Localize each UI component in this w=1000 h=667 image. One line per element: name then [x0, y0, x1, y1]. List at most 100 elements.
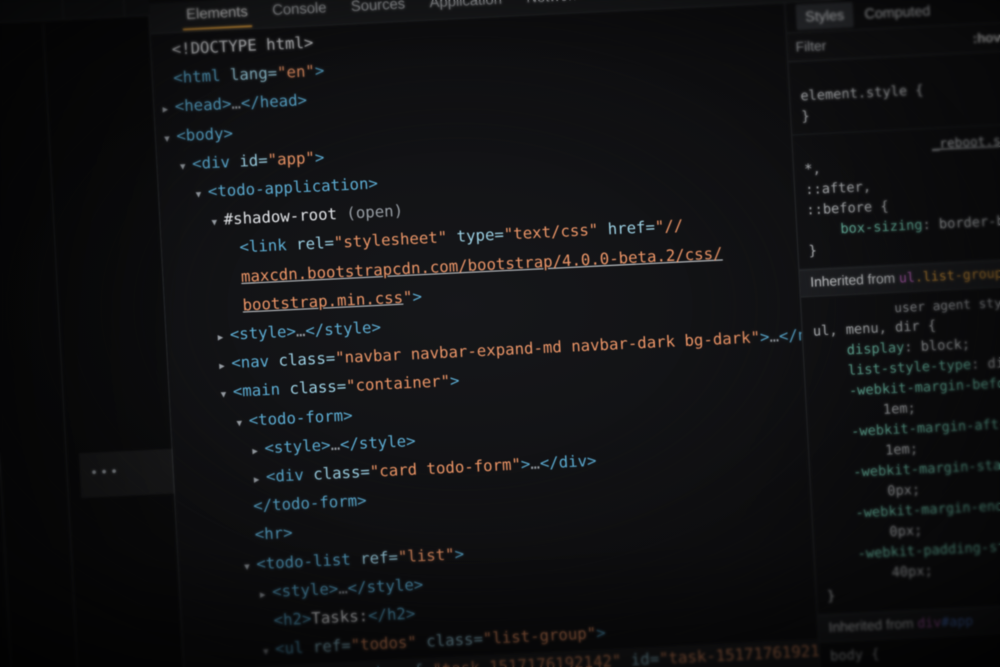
- dom-token: "text/css": [503, 221, 599, 244]
- dom-token: "list-group": [482, 624, 597, 649]
- devtools-panel: Elements Console Sources Application Net…: [147, 0, 1000, 667]
- page-divider-2: [42, 23, 82, 667]
- inherited-tag: div: [916, 615, 942, 632]
- dom-token: ref=: [312, 636, 352, 657]
- declaration-property[interactable]: -webkit-margin-start: [853, 457, 1000, 480]
- inherited-tag: ul: [898, 270, 916, 287]
- dom-token: <head>: [174, 94, 232, 117]
- dom-token: id=: [620, 650, 660, 667]
- rule-close-brace: }: [801, 109, 811, 125]
- dom-token: <nav: [230, 351, 280, 373]
- inherited-id: #app: [940, 613, 974, 631]
- dom-token: <todo-list: [255, 549, 361, 573]
- dom-token: id=: [238, 150, 269, 171]
- dom-token: lang=: [229, 63, 278, 85]
- dom-token: </div>: [539, 451, 597, 473]
- dom-token: <style>: [229, 322, 297, 344]
- dom-token: "list": [397, 544, 456, 566]
- declaration-value[interactable]: 1em;: [883, 401, 917, 418]
- monitor-photo: ••• Elements Console Sources Application…: [0, 0, 1000, 667]
- tab-elements[interactable]: Elements: [173, 0, 261, 31]
- rule-user-agent-ul[interactable]: user agent stylesheet ul, menu, dir { dis…: [800, 284, 1000, 616]
- declaration-property[interactable]: -webkit-margin-after: [851, 417, 1000, 440]
- dom-token: "todos": [350, 633, 418, 655]
- declaration-value[interactable]: 1em;: [885, 442, 919, 459]
- page-toolbar: [0, 0, 150, 27]
- dom-token: <html: [172, 66, 231, 88]
- declaration-property[interactable]: display: [846, 340, 904, 358]
- page-divider-1: [0, 26, 16, 667]
- rule-selector: ul, menu, dir {: [812, 318, 937, 340]
- dom-token: ref=: [359, 547, 399, 568]
- declaration-property[interactable]: list-style-type: [848, 358, 972, 379]
- dom-tree[interactable]: <!DOCTYPE html><html lang="en"><head>…</…: [150, 3, 821, 667]
- dom-token: Tasks:: [310, 606, 369, 628]
- dom-token: href=: [597, 218, 656, 240]
- dom-token: >: [314, 61, 325, 81]
- dom-token: class=: [278, 349, 336, 371]
- declaration-property[interactable]: box-sizing: [840, 218, 923, 237]
- dom-token: <main: [232, 380, 291, 402]
- rule-origin-link[interactable]: _reboot.scss:18: [931, 128, 1000, 154]
- inherited-prefix: Inherited from: [809, 270, 900, 290]
- tab-styles[interactable]: Styles: [795, 1, 855, 31]
- declaration-value[interactable]: disc;: [987, 355, 1000, 372]
- dom-token: "en": [276, 62, 316, 83]
- dom-token: >: [595, 623, 607, 643]
- declaration-property[interactable]: -webkit-margin-before: [849, 376, 1000, 400]
- dom-token: </todo-form>: [252, 491, 368, 516]
- styles-sidebar: Styles Computed Filter :hov .cls element…: [784, 0, 1000, 667]
- tab-computed[interactable]: Computed: [855, 0, 941, 27]
- declaration-value[interactable]: border-box;: [939, 213, 1000, 233]
- dom-token: <ul: [274, 638, 314, 659]
- rule-close-brace: }: [808, 243, 818, 260]
- declaration-value[interactable]: 0px;: [889, 523, 923, 540]
- dom-token: <style>: [263, 435, 332, 458]
- rule-close-brace: }: [826, 588, 836, 605]
- more-tabs-icon[interactable]: »: [779, 0, 810, 1]
- dom-token: "stylesheet": [333, 228, 448, 253]
- inherited-prefix: Inherited from: [828, 615, 918, 636]
- dom-token: <!DOCTYPE html>: [171, 33, 314, 59]
- dom-token: <div: [191, 152, 240, 173]
- dom-token: </style>: [304, 318, 382, 341]
- dom-token: <link: [238, 235, 297, 257]
- declaration-value[interactable]: 40px;: [891, 564, 933, 581]
- dom-token: </head>: [240, 91, 308, 113]
- dom-token: bootstrap.min.css: [242, 288, 404, 315]
- dom-token: (open): [345, 201, 404, 223]
- rule-reboot-boxsizing[interactable]: _reboot.scss:18*, ::after, ::before { bo…: [792, 122, 1000, 270]
- declaration-property[interactable]: -webkit-margin-end: [855, 499, 1000, 522]
- dom-token: <todo-form>: [248, 405, 353, 430]
- styles-filter-input[interactable]: Filter: [795, 31, 967, 55]
- dom-token: <style>: [271, 579, 339, 601]
- dom-token: rel=: [295, 233, 335, 255]
- declaration-value[interactable]: 0px;: [887, 483, 921, 500]
- declaration-value[interactable]: block;: [920, 337, 970, 355]
- dom-token: "//: [654, 216, 684, 237]
- dom-token: </style>: [339, 431, 417, 454]
- declaration-property[interactable]: -webkit-padding-start: [857, 539, 1000, 563]
- dom-token: >: [449, 371, 460, 391]
- inherited-class: .list-group: [914, 266, 1000, 286]
- dom-token: class=: [416, 629, 484, 652]
- rule-element-style[interactable]: element.style { }: [788, 49, 1000, 136]
- hov-toggle-button[interactable]: :hov: [966, 29, 1000, 46]
- tab-console[interactable]: Console: [259, 0, 339, 27]
- rule-selector: *, ::after, ::before {: [803, 161, 890, 219]
- dom-token: </style>: [347, 575, 424, 598]
- tab-sources[interactable]: Sources: [338, 0, 418, 23]
- rule-selector: element.style {: [799, 83, 924, 105]
- dom-token: >: [314, 148, 325, 167]
